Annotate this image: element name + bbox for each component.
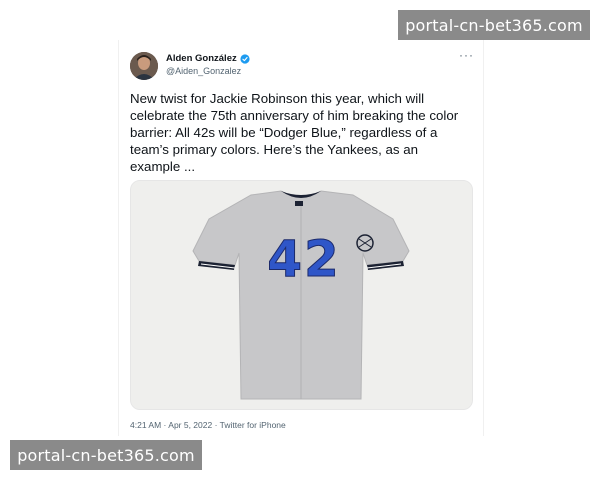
author-name-row[interactable]: Alden González (166, 53, 250, 64)
watermark-bottom: portal-cn-bet365.com (10, 440, 202, 470)
tweet-timestamp[interactable]: 4:21 AM · Apr 5, 2022 · Twitter for iPho… (130, 420, 286, 430)
tweet-media-image[interactable]: 42 (130, 180, 473, 410)
jersey-image (131, 181, 472, 409)
jersey-number: 42 (267, 230, 341, 289)
tweet-text: New twist for Jackie Robinson this year,… (130, 91, 459, 174)
watermark-top: portal-cn-bet365.com (398, 10, 590, 40)
verified-badge-icon (240, 53, 250, 64)
avatar[interactable] (130, 52, 158, 80)
author-handle[interactable]: @Aiden_Gonzalez (166, 66, 241, 76)
author-name[interactable]: Alden González (166, 53, 237, 64)
more-options-icon[interactable]: ··· (459, 48, 474, 62)
tweet-card: Alden González @Aiden_Gonzalez ··· New t… (118, 40, 484, 436)
